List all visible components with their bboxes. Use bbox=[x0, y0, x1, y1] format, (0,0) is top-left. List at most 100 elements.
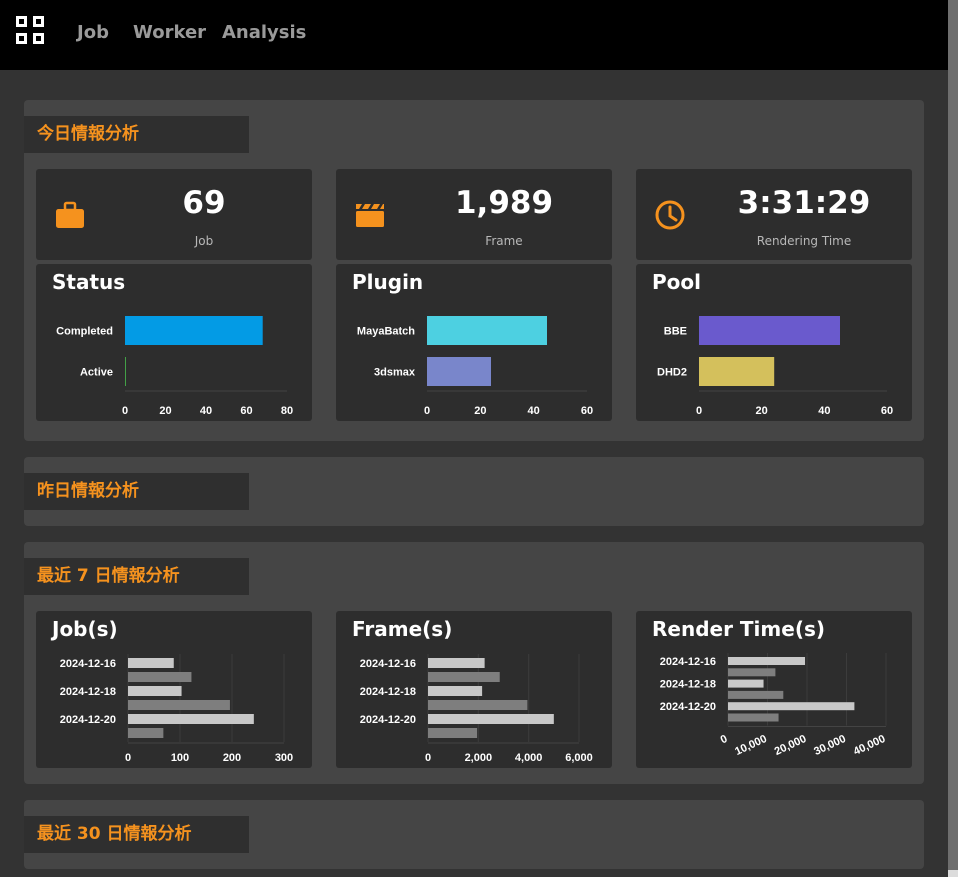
section-title-today: 今日情報分析 bbox=[24, 116, 249, 153]
bar-2024-12-20 bbox=[128, 714, 254, 724]
bar-Completed bbox=[125, 316, 263, 345]
frames-chart: 2024-12-16 2024-12-18 2024-12-20 0 2,000 4,00… bbox=[360, 654, 593, 764]
stat-label-rendering-time: Rendering Time bbox=[756, 234, 852, 248]
tick-label: 80 bbox=[281, 405, 293, 417]
top-navbar: Job Worker Analysis bbox=[0, 0, 948, 70]
tick-label: 40 bbox=[528, 405, 540, 417]
category-label: 2024-12-18 bbox=[660, 679, 716, 691]
tick-label: 4,000 bbox=[515, 752, 543, 764]
bar-Active bbox=[125, 357, 127, 386]
tick-label: 2,000 bbox=[465, 752, 493, 764]
tick-label: 0 bbox=[425, 752, 431, 764]
tick-label: 40 bbox=[818, 405, 830, 417]
bar-2024-12-17 bbox=[728, 668, 776, 677]
bar-2024-12-18 bbox=[128, 686, 182, 696]
scrollbar-thumb[interactable] bbox=[948, 0, 958, 870]
stat-card-rendering-time: 3:31:29 Rendering Time bbox=[636, 169, 912, 260]
tick-label: 100 bbox=[171, 752, 189, 764]
tick-label: 40,000 bbox=[852, 733, 888, 758]
bar-2024-12-18 bbox=[728, 679, 764, 688]
bar-2024-12-16 bbox=[428, 658, 485, 668]
category-label: Completed bbox=[56, 326, 113, 338]
bar-2024-12-18 bbox=[428, 686, 483, 696]
tick-label: 20 bbox=[474, 405, 486, 417]
nav-worker[interactable]: Worker bbox=[133, 22, 206, 43]
section-last-7-days: 最近 7 日情報分析 Job(s) 2024-12-16 2024-12-18 20… bbox=[24, 542, 924, 784]
bar-BBE bbox=[699, 316, 840, 345]
category-label: 2024-12-18 bbox=[360, 686, 416, 698]
tick-label: 0 bbox=[719, 733, 730, 746]
chart-card-frames: Frame(s) 2024-12-16 2024-12-18 2024-12-20 0… bbox=[336, 611, 612, 768]
render-time-chart: 2024-12-16 2024-12-18 2024-12-20 0 10,000 20,… bbox=[660, 653, 888, 758]
bar-2024-12-20 bbox=[428, 714, 554, 724]
stat-value-rendering-time: 3:31:29 bbox=[737, 185, 871, 221]
tick-label: 300 bbox=[275, 752, 293, 764]
chart-card-pool: Pool BBE DHD2 0 20 40 60 bbox=[636, 264, 912, 421]
bar-2024-12-20 bbox=[728, 702, 855, 711]
plugin-chart: MayaBatch 3dsmax 0 20 40 60 bbox=[357, 316, 593, 417]
section-title-last-30-days: 最近 30 日情報分析 bbox=[24, 816, 249, 853]
grid-menu-icon[interactable] bbox=[16, 16, 45, 45]
bar-3dsmax bbox=[427, 357, 491, 386]
chart-card-jobs: Job(s) 2024-12-16 2024-12-18 2024-12-20 0 10… bbox=[36, 611, 312, 768]
bar-2024-12-19 bbox=[428, 700, 528, 710]
section-today: 今日情報分析 69 Job 1,989 Frame 3:31:29 Render… bbox=[24, 100, 924, 441]
category-label: 2024-12-20 bbox=[60, 714, 116, 726]
tick-label: 20 bbox=[159, 405, 171, 417]
tick-label: 60 bbox=[581, 405, 593, 417]
section-title-yesterday: 昨日情報分析 bbox=[24, 473, 249, 510]
nav-job[interactable]: Job bbox=[77, 22, 109, 43]
tick-label: 10,000 bbox=[733, 733, 769, 758]
stat-card-frame: 1,989 Frame bbox=[336, 169, 612, 260]
bar-2024-12-16 bbox=[128, 658, 174, 668]
category-label: DHD2 bbox=[657, 367, 687, 379]
clock-icon bbox=[655, 200, 685, 230]
tick-label: 20,000 bbox=[773, 733, 809, 758]
category-label: 2024-12-20 bbox=[660, 701, 716, 713]
status-chart: Completed Active 0 20 40 60 80 bbox=[56, 316, 293, 417]
bar-2024-12-19 bbox=[128, 700, 230, 710]
bar-2024-12-21 bbox=[128, 728, 164, 738]
stat-label-job: Job bbox=[194, 234, 214, 248]
pool-chart: BBE DHD2 0 20 40 60 bbox=[657, 316, 893, 417]
stat-value-frame: 1,989 bbox=[454, 185, 554, 221]
category-label: 2024-12-20 bbox=[360, 714, 416, 726]
tick-label: 60 bbox=[881, 405, 893, 417]
category-label: BBE bbox=[664, 326, 687, 338]
tick-label: 0 bbox=[122, 405, 128, 417]
section-yesterday: 昨日情報分析 bbox=[24, 457, 924, 526]
bar-2024-12-17 bbox=[128, 672, 192, 682]
stat-label-frame: Frame bbox=[485, 234, 523, 248]
bar-2024-12-17 bbox=[428, 672, 500, 682]
tick-label: 30,000 bbox=[812, 733, 848, 758]
tick-label: 6,000 bbox=[565, 752, 593, 764]
briefcase-icon bbox=[56, 201, 84, 228]
bar-2024-12-21 bbox=[428, 728, 478, 738]
category-label: 2024-12-16 bbox=[60, 658, 116, 670]
section-last-30-days: 最近 30 日情報分析 bbox=[24, 800, 924, 869]
chart-card-render-time: Render Time(s) 2024-12-16 2024-12-18 2024-… bbox=[636, 611, 912, 768]
category-label: Active bbox=[80, 367, 113, 379]
category-label: 3dsmax bbox=[374, 367, 416, 379]
bar-2024-12-16 bbox=[728, 657, 806, 665]
tick-label: 0 bbox=[696, 405, 702, 417]
section-title-last-7-days: 最近 7 日情報分析 bbox=[24, 558, 249, 595]
clapperboard-icon bbox=[356, 204, 384, 227]
tick-label: 0 bbox=[424, 405, 430, 417]
category-label: 2024-12-18 bbox=[60, 686, 116, 698]
bar-2024-12-19 bbox=[728, 690, 784, 699]
bar-MayaBatch bbox=[427, 316, 547, 345]
tick-label: 0 bbox=[125, 752, 131, 764]
category-label: 2024-12-16 bbox=[360, 658, 416, 670]
nav-analysis[interactable]: Analysis bbox=[222, 22, 306, 43]
category-label: 2024-12-16 bbox=[660, 656, 716, 668]
tick-label: 20 bbox=[756, 405, 768, 417]
tick-label: 200 bbox=[223, 752, 241, 764]
tick-label: 40 bbox=[200, 405, 212, 417]
bar-DHD2 bbox=[699, 357, 775, 386]
bar-2024-12-21 bbox=[728, 713, 779, 722]
tick-label: 60 bbox=[240, 405, 252, 417]
stat-value-job: 69 bbox=[182, 185, 226, 221]
chart-card-status: Status Completed Active 0 20 40 60 80 bbox=[36, 264, 312, 421]
category-label: MayaBatch bbox=[357, 326, 415, 338]
